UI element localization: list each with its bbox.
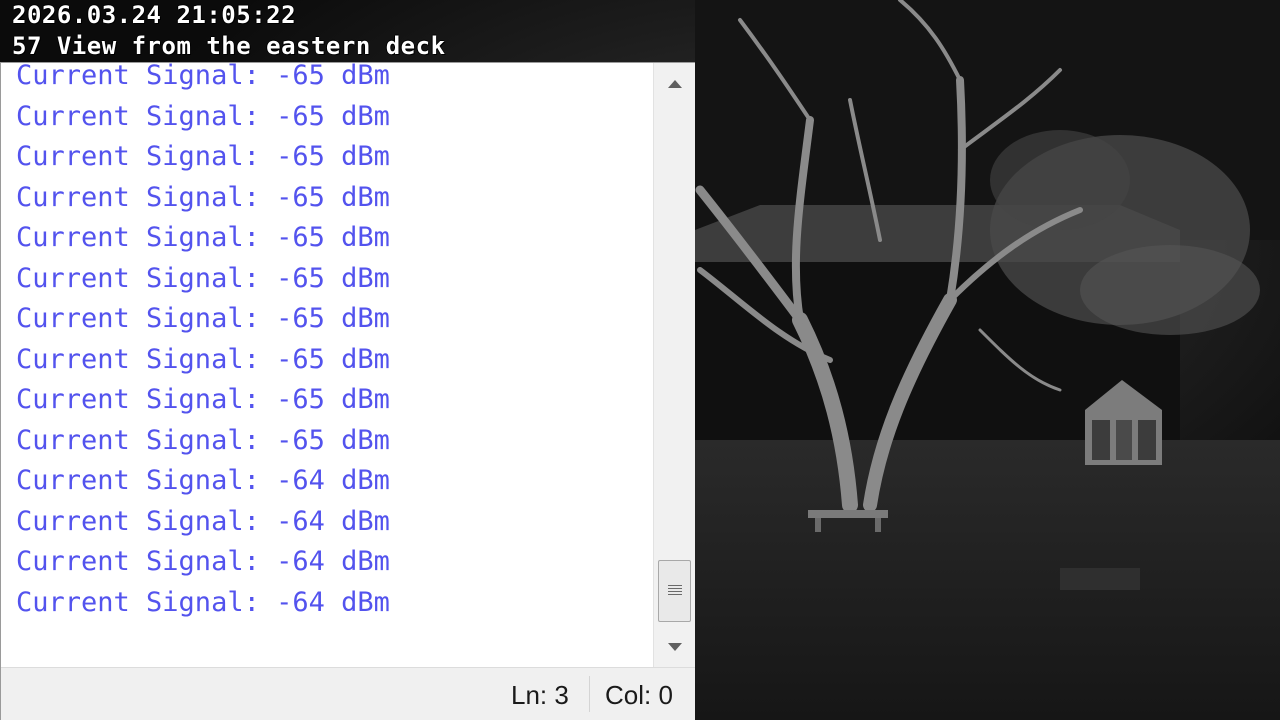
text-line: Current Signal: -65 dBm <box>16 262 390 294</box>
scroll-down-button[interactable] <box>654 629 695 665</box>
text-line: Current Signal: -65 dBm <box>16 384 390 415</box>
screen: 2026.03.24 21:05:22 57 View from the eas… <box>0 0 1280 720</box>
status-line-number: Ln: 3 <box>511 680 569 710</box>
text-viewer-window: Current Signal: -65 dBm Current Signal: … <box>0 62 695 720</box>
text-line: Current Signal: -65 dBm <box>16 222 390 253</box>
status-column-number: Col: 0 <box>605 680 673 710</box>
scrollbar-thumb[interactable] <box>658 560 691 622</box>
text-content-area[interactable]: Current Signal: -65 dBm Current Signal: … <box>1 63 653 668</box>
text-line: Current Signal: -65 dBm <box>16 63 390 91</box>
text-lines: Current Signal: -65 dBm Current Signal: … <box>16 63 390 623</box>
text-line: Current Signal: -64 dBm <box>16 546 390 577</box>
text-line: Current Signal: -64 dBm <box>16 586 390 618</box>
triangle-down-icon <box>667 643 682 651</box>
text-line: Current Signal: -65 dBm <box>16 424 390 456</box>
text-line: Current Signal: -65 dBm <box>16 343 390 375</box>
text-line: Current Signal: -65 dBm <box>16 141 390 172</box>
osd-timestamp: 2026.03.24 21:05:22 <box>12 1 297 29</box>
triangle-up-icon <box>667 80 682 88</box>
text-line: Current Signal: -65 dBm <box>16 303 390 334</box>
text-line: Current Signal: -65 dBm <box>16 100 390 132</box>
text-line: Current Signal: -65 dBm <box>16 181 390 213</box>
grip-icon <box>667 585 682 597</box>
text-line: Current Signal: -64 dBm <box>16 505 390 537</box>
text-line: Current Signal: -64 dBm <box>16 465 390 496</box>
status-bar: Ln: 3 Col: 0 <box>1 667 695 720</box>
status-divider <box>589 676 590 712</box>
scroll-up-button[interactable] <box>654 66 695 102</box>
vertical-scrollbar[interactable] <box>653 63 695 667</box>
osd-camera-name: 57 View from the eastern deck <box>12 32 446 60</box>
